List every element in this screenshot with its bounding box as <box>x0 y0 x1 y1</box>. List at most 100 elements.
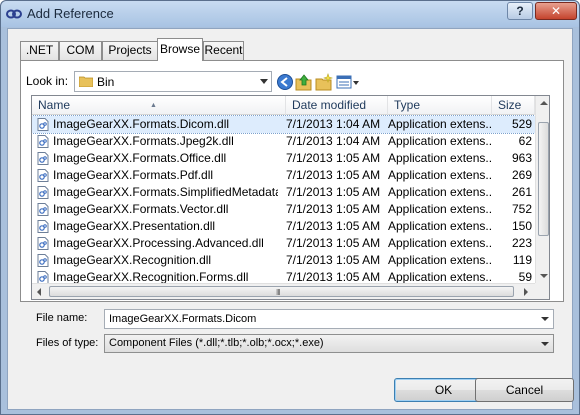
file-type-cell: Application extens... <box>388 202 492 216</box>
dll-file-icon <box>37 237 49 250</box>
file-name-cell: ImageGearXX.Formats.Dicom.dll <box>53 117 230 131</box>
dll-file-icon <box>37 135 49 148</box>
dll-file-icon <box>37 118 49 131</box>
chevron-down-icon[interactable] <box>260 79 268 84</box>
up-folder-icon[interactable] <box>295 73 313 91</box>
dll-file-icon <box>37 220 49 233</box>
view-menu-icon[interactable] <box>336 73 360 91</box>
file-name-cell: ImageGearXX.Recognition.dll <box>53 253 212 267</box>
file-type-cell: Application extens... <box>388 236 492 250</box>
file-size-cell: 223 <box>511 236 532 250</box>
vertical-scroll-thumb[interactable] <box>538 122 549 236</box>
file-type-dropdown[interactable]: Component Files (*.dll;*.tlb;*.olb;*.ocx… <box>104 334 554 353</box>
file-type-value: Component Files (*.dll;*.tlb;*.olb;*.ocx… <box>109 337 324 349</box>
file-type-cell: Application extens... <box>388 253 492 267</box>
file-row[interactable]: ImageGearXX.Recognition.dll 7/1/2013 1:05… <box>32 252 535 269</box>
chevron-down-icon[interactable] <box>541 317 549 321</box>
file-row[interactable]: ImageGearXX.Formats.Dicom.dll 7/1/2013 1:… <box>32 115 536 134</box>
scroll-up-icon[interactable] <box>540 101 548 105</box>
file-date-cell: 7/1/2013 1:05 AM <box>286 202 381 216</box>
file-name-field[interactable]: ImageGearXX.Formats.Dicom <box>104 309 554 329</box>
file-date-cell: 7/1/2013 1:05 AM <box>286 168 381 182</box>
look-in-dropdown[interactable]: Bin <box>74 71 272 92</box>
back-icon[interactable] <box>276 73 294 91</box>
tab-com[interactable]: COM <box>59 41 102 60</box>
column-type[interactable]: Type <box>388 96 492 115</box>
file-name-cell: ImageGearXX.Formats.Jpeg2k.dll <box>53 134 234 148</box>
horizontal-scrollbar[interactable]: III <box>32 283 535 299</box>
help-button[interactable]: ? <box>507 2 533 20</box>
scroll-corner <box>535 283 549 299</box>
vertical-scrollbar[interactable] <box>535 96 549 283</box>
file-name-cell: ImageGearXX.Formats.Vector.dll <box>53 202 229 216</box>
scroll-down-icon[interactable] <box>540 274 548 278</box>
look-in-label: Look in: <box>26 74 69 88</box>
file-name-value: ImageGearXX.Formats.Dicom <box>109 313 257 325</box>
dialog-body: .NET COM Projects Browse Recent Look in:… <box>7 28 574 410</box>
file-type-cell: Application extens... <box>388 134 492 148</box>
dll-file-icon <box>37 186 49 199</box>
file-date-cell: 7/1/2013 1:05 AM <box>286 253 381 267</box>
file-row[interactable]: ImageGearXX.Formats.SimplifiedMetadata.d… <box>32 184 535 201</box>
file-name-cell: ImageGearXX.Formats.Pdf.dll <box>53 168 214 182</box>
file-type-cell: Application extens... <box>388 219 492 233</box>
file-type-label: Files of type: <box>36 337 99 349</box>
file-size-cell: 62 <box>518 134 532 148</box>
close-button[interactable]: ✕ <box>535 2 577 20</box>
file-date-cell: 7/1/2013 1:04 AM <box>286 134 381 148</box>
file-name-cell: ImageGearXX.Processing.Advanced.dll <box>53 236 264 250</box>
app-icon <box>6 9 22 19</box>
file-date-cell: 7/1/2013 1:05 AM <box>286 151 381 165</box>
dll-file-icon <box>37 203 49 216</box>
title-bar[interactable]: Add Reference ? ✕ <box>1 1 579 27</box>
file-date-cell: 7/1/2013 1:05 AM <box>286 236 381 250</box>
look-in-value: Bin <box>97 75 115 89</box>
file-date-cell: 7/1/2013 1:05 AM <box>286 185 381 199</box>
folder-icon <box>79 76 93 87</box>
tab-recent[interactable]: Recent <box>203 41 244 60</box>
file-size-cell: 150 <box>511 219 532 233</box>
file-date-cell: 7/1/2013 1:04 AM <box>286 117 381 131</box>
window-title: Add Reference <box>27 6 114 21</box>
file-row[interactable]: ImageGearXX.Formats.Pdf.dll 7/1/2013 1:05… <box>32 167 535 184</box>
tab-browse[interactable]: Browse <box>157 38 203 61</box>
file-type-cell: Application extens... <box>388 185 492 199</box>
file-name-label: File name: <box>36 312 88 324</box>
file-size-cell: 261 <box>511 185 532 199</box>
new-folder-icon[interactable] <box>315 73 333 91</box>
tab-dotnet[interactable]: .NET <box>20 41 59 60</box>
file-date-cell: 7/1/2013 1:05 AM <box>286 219 381 233</box>
file-type-cell: Application extens... <box>388 151 492 165</box>
file-name-cell: ImageGearXX.Formats.SimplifiedMetadata.d… <box>53 185 278 199</box>
file-type-cell: Application extens... <box>388 168 492 182</box>
grip-icon: III <box>276 288 281 297</box>
sort-ascending-icon: ▲ <box>150 102 157 109</box>
file-size-cell: 119 <box>512 253 532 267</box>
file-size-cell: 963 <box>511 151 532 165</box>
dll-file-icon <box>37 152 49 165</box>
file-size-cell: 752 <box>511 202 532 216</box>
scroll-right-icon[interactable] <box>524 288 528 296</box>
file-row[interactable]: ImageGearXX.Formats.Jpeg2k.dll 7/1/2013 1… <box>32 133 535 150</box>
column-date[interactable]: Date modified <box>286 96 388 115</box>
file-name-cell: ImageGearXX.Formats.Office.dll <box>53 151 227 165</box>
horizontal-scroll-thumb[interactable]: III <box>49 286 514 297</box>
file-name-cell: ImageGearXX.Presentation.dll <box>53 219 216 233</box>
file-list[interactable]: Name ▲ Date modified Type Size ImageGear… <box>31 95 550 300</box>
file-list-header: Name ▲ Date modified Type Size <box>32 96 535 115</box>
dll-file-icon <box>37 254 49 267</box>
file-row[interactable]: ImageGearXX.Processing.Advanced.dll 7/1/2… <box>32 235 535 252</box>
file-size-cell: 529 <box>511 117 532 131</box>
cancel-button[interactable]: Cancel <box>475 378 574 402</box>
file-row[interactable]: ImageGearXX.Presentation.dll 7/1/2013 1:0… <box>32 218 535 235</box>
scroll-left-icon[interactable] <box>37 288 41 296</box>
column-name-label: Name <box>38 98 71 112</box>
column-size[interactable]: Size <box>492 96 535 115</box>
dll-file-icon <box>37 169 49 182</box>
file-row[interactable]: ImageGearXX.Formats.Office.dll 7/1/2013 1… <box>32 150 535 167</box>
chevron-down-icon[interactable] <box>541 342 549 346</box>
column-name[interactable]: Name ▲ <box>32 96 286 115</box>
file-row[interactable]: ImageGearXX.Formats.Vector.dll 7/1/2013 1… <box>32 201 535 218</box>
file-type-cell: Application extens... <box>388 117 492 131</box>
tab-projects[interactable]: Projects <box>102 41 158 60</box>
